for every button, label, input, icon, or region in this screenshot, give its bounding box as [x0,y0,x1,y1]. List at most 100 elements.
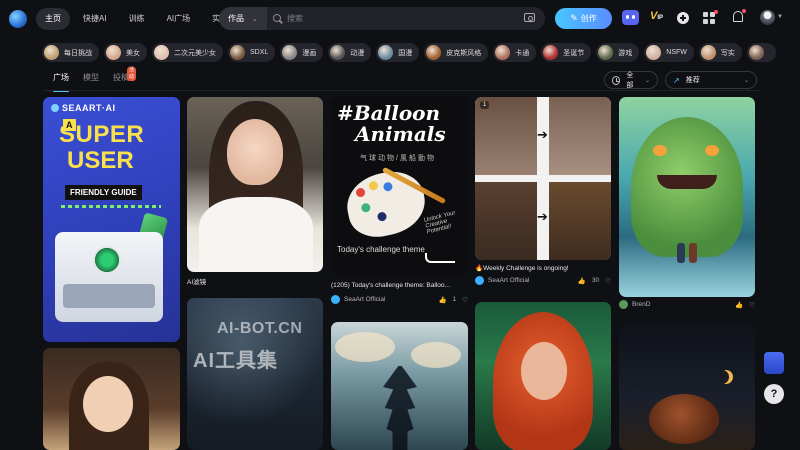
tag-chip[interactable]: 二次元美少女 [152,43,223,62]
tag-thumbnail [282,45,298,60]
tag-chip[interactable]: 游戏 [596,43,640,62]
user-name[interactable]: BrenD [632,301,650,308]
search-type-select[interactable]: 作品 ⌄ [219,7,267,30]
arrow-art [425,253,455,263]
add-icon[interactable] [677,12,689,24]
tag-list: 每日挑战 美女 二次元美少女 SDXL 漫画 动漫 国漫 皮克斯风格 卡通 圣诞节 游戏 NSFW 写实 [42,43,800,63]
card-art [653,145,667,156]
card-art [475,182,537,260]
feed-card-red-hair[interactable] [475,302,611,450]
tabs-divider [43,90,759,91]
help-button[interactable]: ? [764,384,784,404]
nav-item-train[interactable]: 训练 [120,8,154,30]
tag-chip[interactable]: 国漫 [376,43,420,62]
tag-chip[interactable]: 圣诞节 [541,43,592,62]
feed-card-weekly-challenge[interactable]: ➔ ➔ 1 [475,97,611,260]
tag-chip[interactable] [746,43,776,62]
tag-thumbnail [426,45,442,60]
user-avatar[interactable] [331,295,340,304]
feed-card-balloon-animals[interactable]: #Balloon Animals 气球动物/風船動物 Unlock Your C… [331,97,468,275]
discord-icon[interactable] [622,10,639,25]
user-name[interactable]: SeaArt Official [488,277,529,284]
tag-chip[interactable]: 动漫 [328,43,372,62]
heart-icon[interactable]: ♡ [462,296,468,304]
seaart-logo-icon[interactable] [9,10,27,28]
feed-card-monster[interactable] [619,97,755,297]
notification-dot [742,9,746,13]
search-input[interactable] [287,14,507,23]
card-caption[interactable]: (1205) Today's challenge theme: Balloo..… [331,282,471,289]
search-bar: 作品 ⌄ [219,7,545,30]
side-tool-icon[interactable] [764,352,784,374]
tag-label: 二次元美少女 [174,49,216,57]
tag-label: 游戏 [618,49,633,57]
card-art [55,232,163,322]
card-art [549,97,611,175]
card-art [411,342,461,368]
tab-label: 广场 [53,73,69,82]
heart-icon[interactable]: ♡ [749,301,755,309]
clock-icon [612,75,621,85]
time-filter-select[interactable]: 全部 ⌄ [604,71,658,89]
tag-chip[interactable]: 卡通 [493,43,537,62]
heart-icon[interactable]: ♡ [605,277,611,285]
chevron-down-icon[interactable]: ▼ [777,14,783,20]
tag-chip[interactable]: 每日挑战 [42,43,99,62]
card-art [227,119,283,185]
nav-item-home[interactable]: 主页 [36,8,70,30]
card-art [199,197,313,272]
search-type-label: 作品 [228,14,244,23]
create-button[interactable]: ✎ 创作 [555,8,612,29]
chevron-down-icon: ⌄ [252,15,258,23]
feed-card-portrait[interactable] [187,97,323,272]
tab-submissions[interactable]: 投稿 活动 [113,67,137,90]
apps-icon[interactable] [703,10,718,24]
chevron-down-icon: ⌄ [743,77,749,84]
tag-thumbnail [748,45,764,60]
tab-models[interactable]: 模型 [83,72,99,90]
tag-thumbnail [646,45,662,60]
like-icon[interactable]: 👍 [578,277,586,285]
avatar[interactable] [760,10,775,25]
nav-item-ai-square[interactable]: AI广场 [158,8,200,30]
content-tabs: 广场 模型 投稿 活动 [53,67,137,92]
tag-chip[interactable]: 写实 [698,43,742,62]
feed-card-guide[interactable]: SEAART·AI SUPER A USER FRIENDLY GUIDE [43,97,180,342]
card-art [657,175,717,189]
feed-card-anime-girl[interactable] [43,348,180,450]
chevron-down-icon: ⌄ [644,77,650,84]
camera-icon[interactable] [524,13,535,22]
user-name[interactable]: SeaArt Official [344,296,385,303]
tag-thumbnail [44,45,59,60]
search-icon [273,13,283,24]
notification-dot [714,10,718,14]
card-art [521,342,567,400]
watermark-text: AI-BOT.CN [217,320,303,337]
tag-chip[interactable]: 漫画 [280,43,324,62]
main-nav: 主页 快捷AI 训练 AI广场 实验室 [36,8,245,30]
card-caption[interactable]: AI滤镜 [187,276,327,286]
guide-title-a: A [63,119,76,131]
card-meta: SeaArt Official 👍 30 ♡ [475,276,611,285]
card-meta: SeaArt Official 👍 1 ♡ [331,295,468,304]
tag-chip[interactable]: SDXL [228,43,276,62]
vip-icon[interactable]: VIP [650,10,663,22]
user-avatar[interactable] [619,300,628,309]
card-caption[interactable]: 🔥Weekly Challenge is ongoing! [475,264,615,272]
feed-card-pumpkin[interactable] [619,322,755,450]
sort-filter-select[interactable]: ↗ 推荐 ⌄ [665,71,757,89]
tag-chip[interactable]: 皮克斯风格 [424,43,489,62]
card-art [677,243,685,263]
poster-tagline: Unlock Your Creative Potential! [423,210,457,236]
feed-card-pagoda[interactable] [331,322,468,450]
tag-chip[interactable]: NSFW [644,43,694,62]
bell-icon[interactable] [733,9,746,22]
image-count-badge: 1 [480,101,490,109]
like-icon[interactable]: 👍 [438,296,446,304]
nav-item-quick-ai[interactable]: 快捷AI [74,8,116,30]
like-icon[interactable]: 👍 [735,301,743,309]
tab-square[interactable]: 广场 [53,72,69,92]
user-avatar[interactable] [475,276,484,285]
tag-chip[interactable]: 美女 [104,43,147,62]
card-art [689,243,697,263]
